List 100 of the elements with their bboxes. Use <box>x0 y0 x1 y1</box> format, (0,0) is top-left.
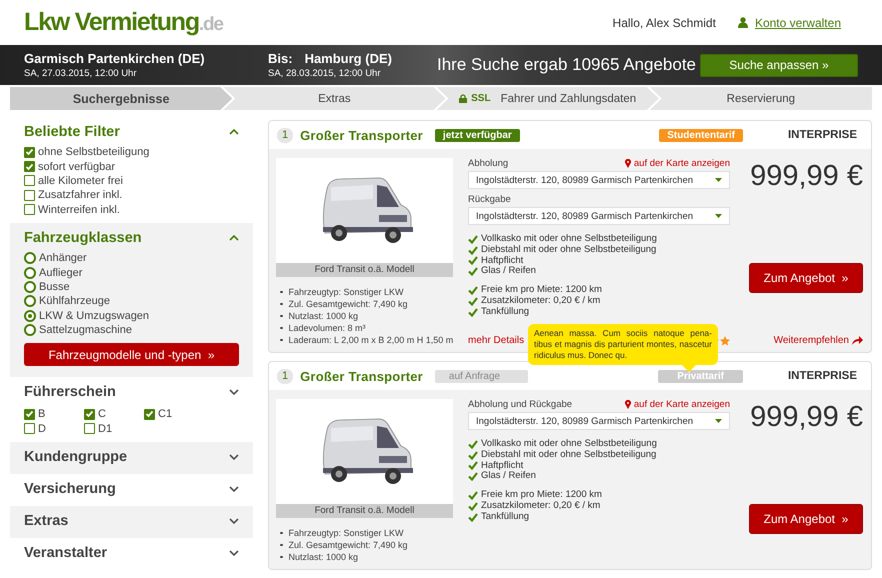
feature-text: Freie km pro Miete: 1200 km <box>481 285 602 296</box>
spec-item: Ladevolumen: 8 m³ <box>288 322 366 334</box>
checkbox[interactable] <box>24 408 35 420</box>
option-label[interactable]: D1 <box>98 422 112 435</box>
option-label[interactable]: ohne Selbstbeteiligung <box>38 146 150 158</box>
chevron-up-icon[interactable] <box>229 129 239 135</box>
caret-icon <box>715 214 722 218</box>
spec-item: Zul. Gesamtgewicht: 7,490 kg <box>288 539 408 551</box>
result-count: Ihre Suche ergab 10965 Angebote <box>436 55 697 75</box>
recommend-link[interactable]: Weiterempfehlen <box>774 335 863 346</box>
adjust-search-button[interactable]: Suche anpassen » <box>700 54 858 76</box>
checkbox[interactable] <box>24 423 35 434</box>
bullet-icon <box>280 290 282 294</box>
option-label[interactable]: LKW & Umzugswagen <box>39 310 150 322</box>
option-label[interactable]: D <box>38 422 46 435</box>
option-label[interactable]: C1 <box>158 408 172 420</box>
progress-step[interactable]: Extras <box>223 87 446 110</box>
section-title[interactable]: Versicherung <box>24 481 116 498</box>
bullet-icon <box>280 556 282 558</box>
checkbox[interactable] <box>24 175 35 186</box>
location-dropdown[interactable]: Ingolstädterstr. 120, 80989 Garmisch Partenkirchen <box>468 412 730 430</box>
tooltip: Aenean massa. Cum sociis natoque pena-tibus et magnis dis parturient montes, nascetur ridiculus mus. Donec qu. <box>528 324 718 365</box>
caret-icon <box>715 419 722 423</box>
checkbox[interactable] <box>144 408 155 420</box>
option-label[interactable]: Anhänger <box>39 252 87 264</box>
option-label[interactable]: B <box>38 408 46 420</box>
section-title[interactable]: Beliebte Filter <box>24 124 120 140</box>
offer-button[interactable]: Zum Angebot » <box>749 263 863 293</box>
option-label[interactable]: alle Kilometer frei <box>38 174 123 187</box>
option-label[interactable]: Auflieger <box>39 266 82 279</box>
field-label: Abholung und Rückgabe <box>468 399 572 410</box>
checkbox[interactable] <box>84 408 95 420</box>
radio-button[interactable] <box>24 295 36 308</box>
more-details-link[interactable]: mehr Details <box>468 335 524 346</box>
radio-button[interactable] <box>24 266 36 279</box>
radio-button[interactable] <box>24 280 36 293</box>
bullet-icon <box>280 302 282 306</box>
price: 999,99 € <box>750 401 863 434</box>
price: 999,99 € <box>750 160 863 193</box>
option-label[interactable]: C <box>98 408 106 420</box>
logo[interactable]: Lkw Vermietung.de <box>24 10 223 35</box>
chevron-down-icon[interactable] <box>229 454 239 460</box>
provider-name: INTERPRISE <box>788 370 857 382</box>
provider-name: INTERPRISE <box>788 129 857 141</box>
map-link[interactable]: auf der Karte anzeigen <box>624 399 730 410</box>
radio-button[interactable] <box>24 324 36 336</box>
chevron-down-icon[interactable] <box>229 518 239 524</box>
map-link[interactable]: auf der Karte anzeigen <box>624 158 730 169</box>
bullet-icon <box>280 544 282 546</box>
location-dropdown[interactable]: Ingolstädterstr. 120, 80989 Garmisch Partenkirchen <box>468 171 730 189</box>
lock-icon <box>459 94 468 103</box>
bullet-icon <box>280 326 282 330</box>
feature-text: Glas / Reifen <box>481 471 536 482</box>
progress-step[interactable]: Reservierung <box>650 87 872 110</box>
chevron-down-icon[interactable] <box>229 486 239 492</box>
offer-number: 1 <box>277 128 294 142</box>
checkbox[interactable] <box>24 146 35 158</box>
account-link[interactable]: Konto verwalten <box>754 16 841 30</box>
feature-text: Diebstahl mit oder ohne Selbstbeteiligung <box>481 244 656 256</box>
section-title[interactable]: Führerschein <box>24 384 116 400</box>
feature-text: Vollkasko mit oder ohne Selbstbeteiligung <box>481 439 657 450</box>
section-title[interactable]: Veranstalter <box>24 545 108 562</box>
feature-text: Glas / Reifen <box>481 266 536 278</box>
checkbox[interactable] <box>84 423 95 434</box>
user-icon <box>738 17 748 28</box>
map-pin-icon <box>624 400 631 409</box>
offer-title[interactable]: Großer Transporter <box>300 128 423 142</box>
option-label[interactable]: Sattelzugmaschine <box>39 324 132 336</box>
offer-title[interactable]: Großer Transporter <box>300 368 423 384</box>
location-dropdown[interactable]: Ingolstädterstr. 120, 80989 Garmisch Partenkirchen <box>468 207 730 225</box>
spec-item: Fahrzeugtyp: Sonstiger LKW <box>288 527 404 539</box>
chevron-down-icon[interactable] <box>229 550 239 556</box>
option-label[interactable]: Zusatzfahrer inkl. <box>38 189 122 202</box>
availability-badge: jetzt verfügbar <box>434 128 520 142</box>
option-label[interactable]: Kühlfahrzeuge <box>39 295 110 308</box>
image-caption: Ford Transit o.ä. Modell <box>276 263 453 277</box>
return-label: Bis: <box>268 51 293 66</box>
chevron-up-icon[interactable] <box>229 234 239 241</box>
section-title[interactable]: Fahrzeugklassen <box>24 230 142 246</box>
tariff-badge: Studententarif <box>659 128 743 142</box>
option-label[interactable]: sofort verfügbar <box>38 160 116 173</box>
bullet-icon <box>280 532 282 534</box>
spec-item: Fahrzeugtyp: Sonstiger LKW <box>288 286 404 298</box>
checkbox[interactable] <box>24 190 35 201</box>
section-title[interactable]: Extras <box>24 513 68 530</box>
feature-text: Diebstahl mit oder ohne Selbstbeteiligung <box>481 450 656 461</box>
checkbox[interactable] <box>24 161 35 172</box>
availability-badge: auf Anfrage <box>434 370 528 382</box>
ssl-label: SSL <box>471 93 491 104</box>
radio-button[interactable] <box>24 252 36 264</box>
progress-step[interactable]: Suchergebnisse <box>10 87 232 110</box>
progress-step[interactable]: SSL Fahrer und Zahlungsdaten <box>436 87 659 110</box>
radio-button[interactable] <box>24 310 36 322</box>
option-label[interactable]: Winterreifen inkl. <box>38 204 120 216</box>
option-label[interactable]: Busse <box>39 280 70 293</box>
vehicle-models-button[interactable]: Fahrzeugmodelle und -typen » <box>24 343 239 366</box>
checkbox[interactable] <box>24 204 35 216</box>
chevron-down-icon[interactable] <box>229 389 239 396</box>
pickup-city: Garmisch Partenkirchen (DE) <box>24 51 206 66</box>
offer-button[interactable]: Zum Angebot » <box>749 504 863 534</box>
